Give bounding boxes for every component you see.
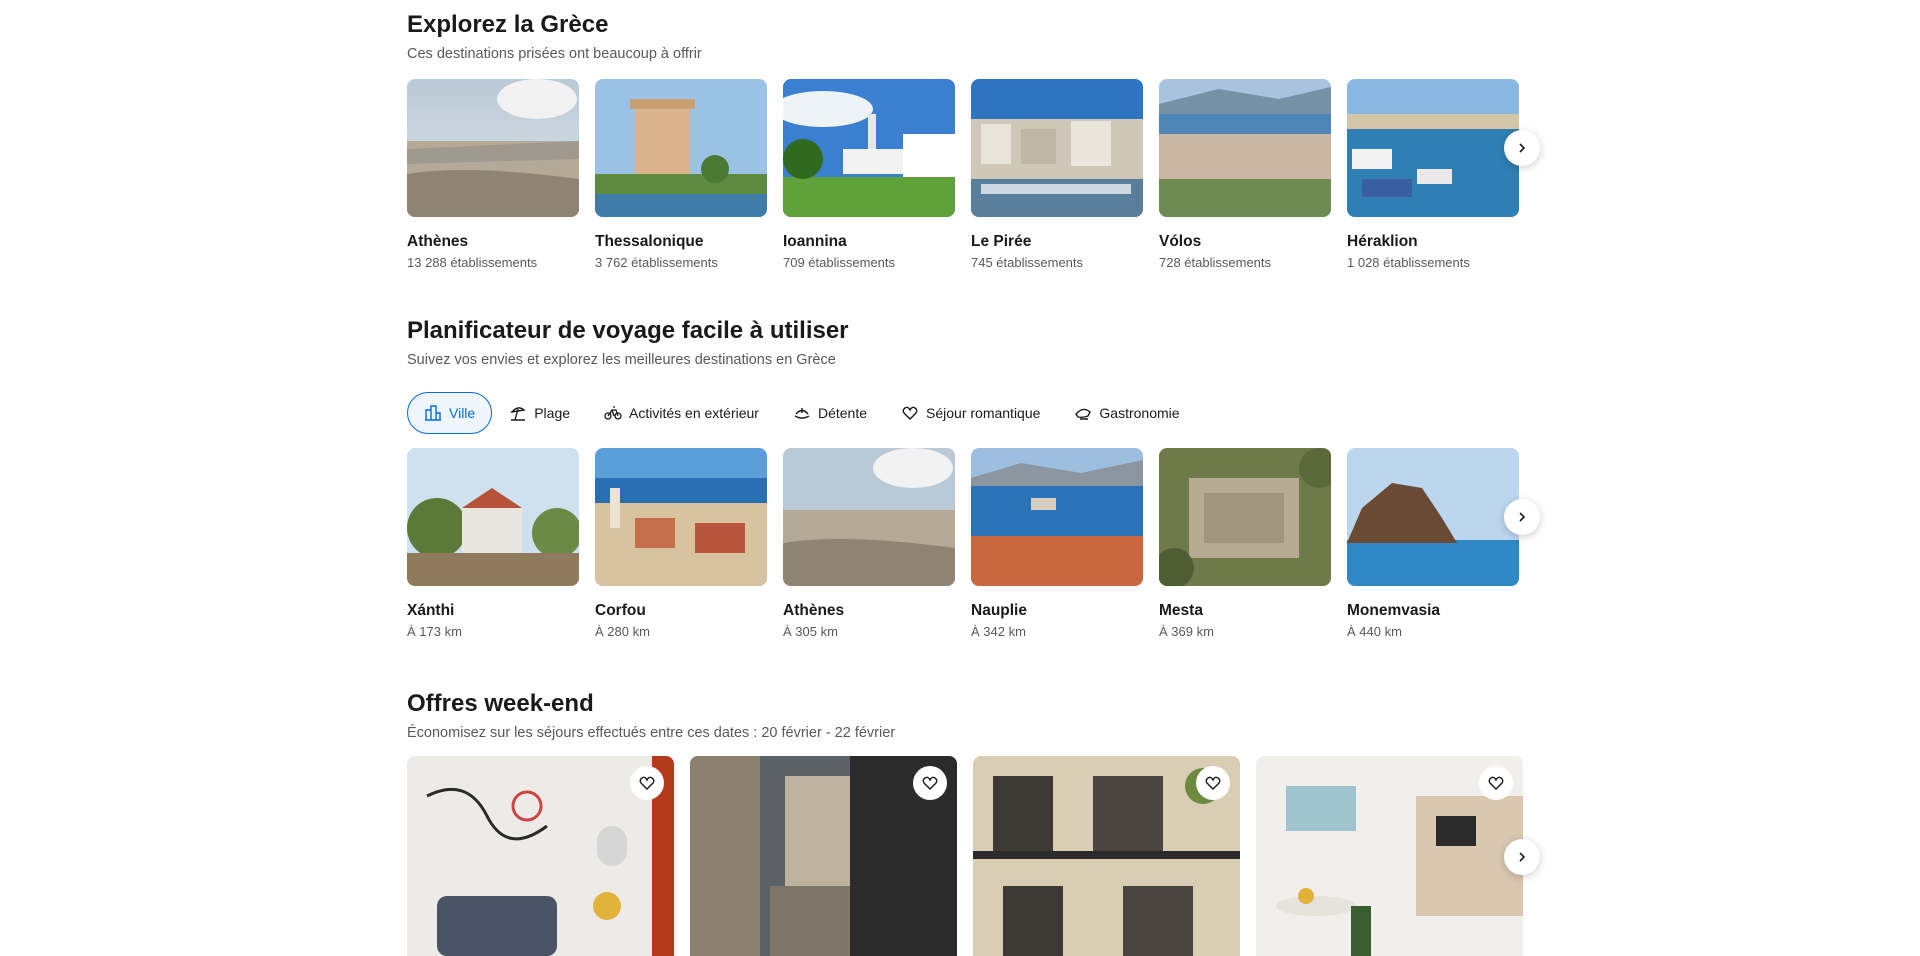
destination-count: 1 028 établissements xyxy=(1347,255,1470,270)
destination-name: Nauplie xyxy=(971,602,1027,619)
destination-count: 728 établissements xyxy=(1159,255,1272,270)
destination-name: Xánthi xyxy=(407,602,455,619)
explore-title: Explorez la Grèce xyxy=(407,11,609,38)
destination-name: Thessalonique xyxy=(595,233,704,250)
city-icon xyxy=(425,405,441,421)
destination-card[interactable]: Thessalonique 3 762 établissements xyxy=(595,79,767,272)
destination-image xyxy=(1347,448,1519,586)
beach-icon xyxy=(510,407,526,421)
carousel-next-button[interactable] xyxy=(1504,839,1540,875)
destination-card[interactable]: Corfou À 280 km xyxy=(595,448,767,641)
destination-distance: À 369 km xyxy=(1159,624,1214,639)
destination-name: Mesta xyxy=(1159,602,1203,619)
planner-section: Planificateur de voyage facile à utilise… xyxy=(407,316,1540,641)
destination-card[interactable]: Ioannina 709 établissements xyxy=(783,79,955,272)
save-property-button[interactable] xyxy=(1479,766,1513,800)
property-card[interactable] xyxy=(1256,756,1523,956)
filter-chip-romantic[interactable]: Séjour romantique xyxy=(884,392,1057,434)
planner-title: Planificateur de voyage facile à utilise… xyxy=(407,317,849,344)
heart-icon xyxy=(902,406,918,420)
destination-card[interactable]: Héraklion 1 028 établissements xyxy=(1347,79,1519,272)
destination-name: Athènes xyxy=(407,233,469,250)
destination-name: Athènes xyxy=(783,602,845,619)
category-filters: Ville Plage Activités en extérieur Déten… xyxy=(407,391,1523,435)
destination-count: 13 288 établissements xyxy=(407,255,538,270)
filter-chip-label: Ville xyxy=(449,405,476,421)
planner-subtitle: Suivez vos envies et explorez les meille… xyxy=(407,352,836,368)
destination-count: 745 établissements xyxy=(971,255,1084,270)
carousel-next-button[interactable] xyxy=(1504,130,1540,166)
spa-icon xyxy=(794,408,810,419)
heart-outline-icon xyxy=(639,776,655,790)
save-property-button[interactable] xyxy=(1196,766,1230,800)
destination-image xyxy=(1159,79,1331,217)
destination-distance: À 342 km xyxy=(971,624,1026,639)
destination-image xyxy=(971,448,1143,586)
weekend-subtitle: Économisez sur les séjours effectués ent… xyxy=(407,725,896,741)
destination-name: Ioannina xyxy=(783,233,847,250)
heart-outline-icon xyxy=(922,776,938,790)
filter-chip-label: Plage xyxy=(534,405,571,421)
filter-chip-beach[interactable]: Plage xyxy=(492,392,587,434)
destination-name: Vólos xyxy=(1159,233,1202,250)
property-card[interactable] xyxy=(407,756,674,956)
destination-card[interactable]: Monemvasia À 440 km xyxy=(1347,448,1519,641)
filter-chip-label: Gastronomie xyxy=(1099,405,1180,421)
bicycle-icon xyxy=(604,406,622,420)
carousel-next-button[interactable] xyxy=(1504,499,1540,535)
chevron-right-icon xyxy=(1519,852,1526,862)
destination-name: Monemvasia xyxy=(1347,602,1441,619)
destination-card[interactable]: Xánthi À 173 km xyxy=(407,448,579,641)
destination-distance: À 280 km xyxy=(595,624,650,639)
heart-outline-icon xyxy=(1205,776,1221,790)
destination-image xyxy=(595,79,767,217)
destination-name: Héraklion xyxy=(1347,233,1418,250)
filter-chip-label: Séjour romantique xyxy=(926,405,1041,421)
destination-image xyxy=(407,448,579,586)
chevron-right-icon xyxy=(1519,143,1526,153)
destination-count: 3 762 établissements xyxy=(595,255,718,270)
destination-card[interactable]: Athènes 13 288 établissements xyxy=(407,79,579,272)
property-card[interactable] xyxy=(690,756,957,956)
filter-chip-label: Détente xyxy=(817,405,868,421)
destination-name: Corfou xyxy=(595,602,646,619)
explore-section: Explorez la Grèce Ces destinations prisé… xyxy=(407,10,1540,272)
destination-image xyxy=(1159,448,1331,586)
destination-card[interactable]: Le Pirée 745 établissements xyxy=(971,79,1143,272)
destination-image xyxy=(1347,79,1519,217)
filter-chip-relax[interactable]: Détente xyxy=(776,392,884,434)
destination-image xyxy=(971,79,1143,217)
planner-carousel: Xánthi À 173 km Corfou À 280 km Athènes … xyxy=(407,448,1540,641)
chevron-right-icon xyxy=(1519,512,1526,522)
filter-chip-food[interactable]: Gastronomie xyxy=(1057,392,1196,434)
weekend-section: Offres week-end Économisez sur les séjou… xyxy=(407,689,1540,956)
save-property-button[interactable] xyxy=(913,766,947,800)
destination-image xyxy=(407,79,579,217)
destination-card[interactable]: Nauplie À 342 km xyxy=(971,448,1143,641)
explore-carousel: Athènes 13 288 établissements Thessaloni… xyxy=(407,79,1540,272)
destination-card[interactable]: Vólos 728 établissements xyxy=(1159,79,1331,272)
filter-chip-outdoor[interactable]: Activités en extérieur xyxy=(587,392,776,434)
save-property-button[interactable] xyxy=(630,766,664,800)
filter-chip-label: Activités en extérieur xyxy=(629,405,759,421)
destination-card[interactable]: Athènes À 305 km xyxy=(783,448,955,641)
property-card[interactable] xyxy=(973,756,1240,956)
destination-image xyxy=(595,448,767,586)
destination-card[interactable]: Mesta À 369 km xyxy=(1159,448,1331,641)
destination-distance: À 440 km xyxy=(1347,624,1402,639)
weekend-title: Offres week-end xyxy=(407,690,594,717)
destination-count: 709 établissements xyxy=(783,255,896,270)
explore-subtitle: Ces destinations prisées ont beaucoup à … xyxy=(407,46,702,62)
filter-chip-city[interactable]: Ville xyxy=(407,392,493,434)
destination-image xyxy=(783,79,955,217)
destination-name: Le Pirée xyxy=(971,233,1032,250)
destination-distance: À 305 km xyxy=(783,624,838,639)
food-icon xyxy=(1075,408,1092,420)
weekend-carousel xyxy=(407,756,1540,956)
destination-distance: À 173 km xyxy=(407,624,462,639)
heart-outline-icon xyxy=(1488,776,1504,790)
destination-image xyxy=(783,448,955,586)
